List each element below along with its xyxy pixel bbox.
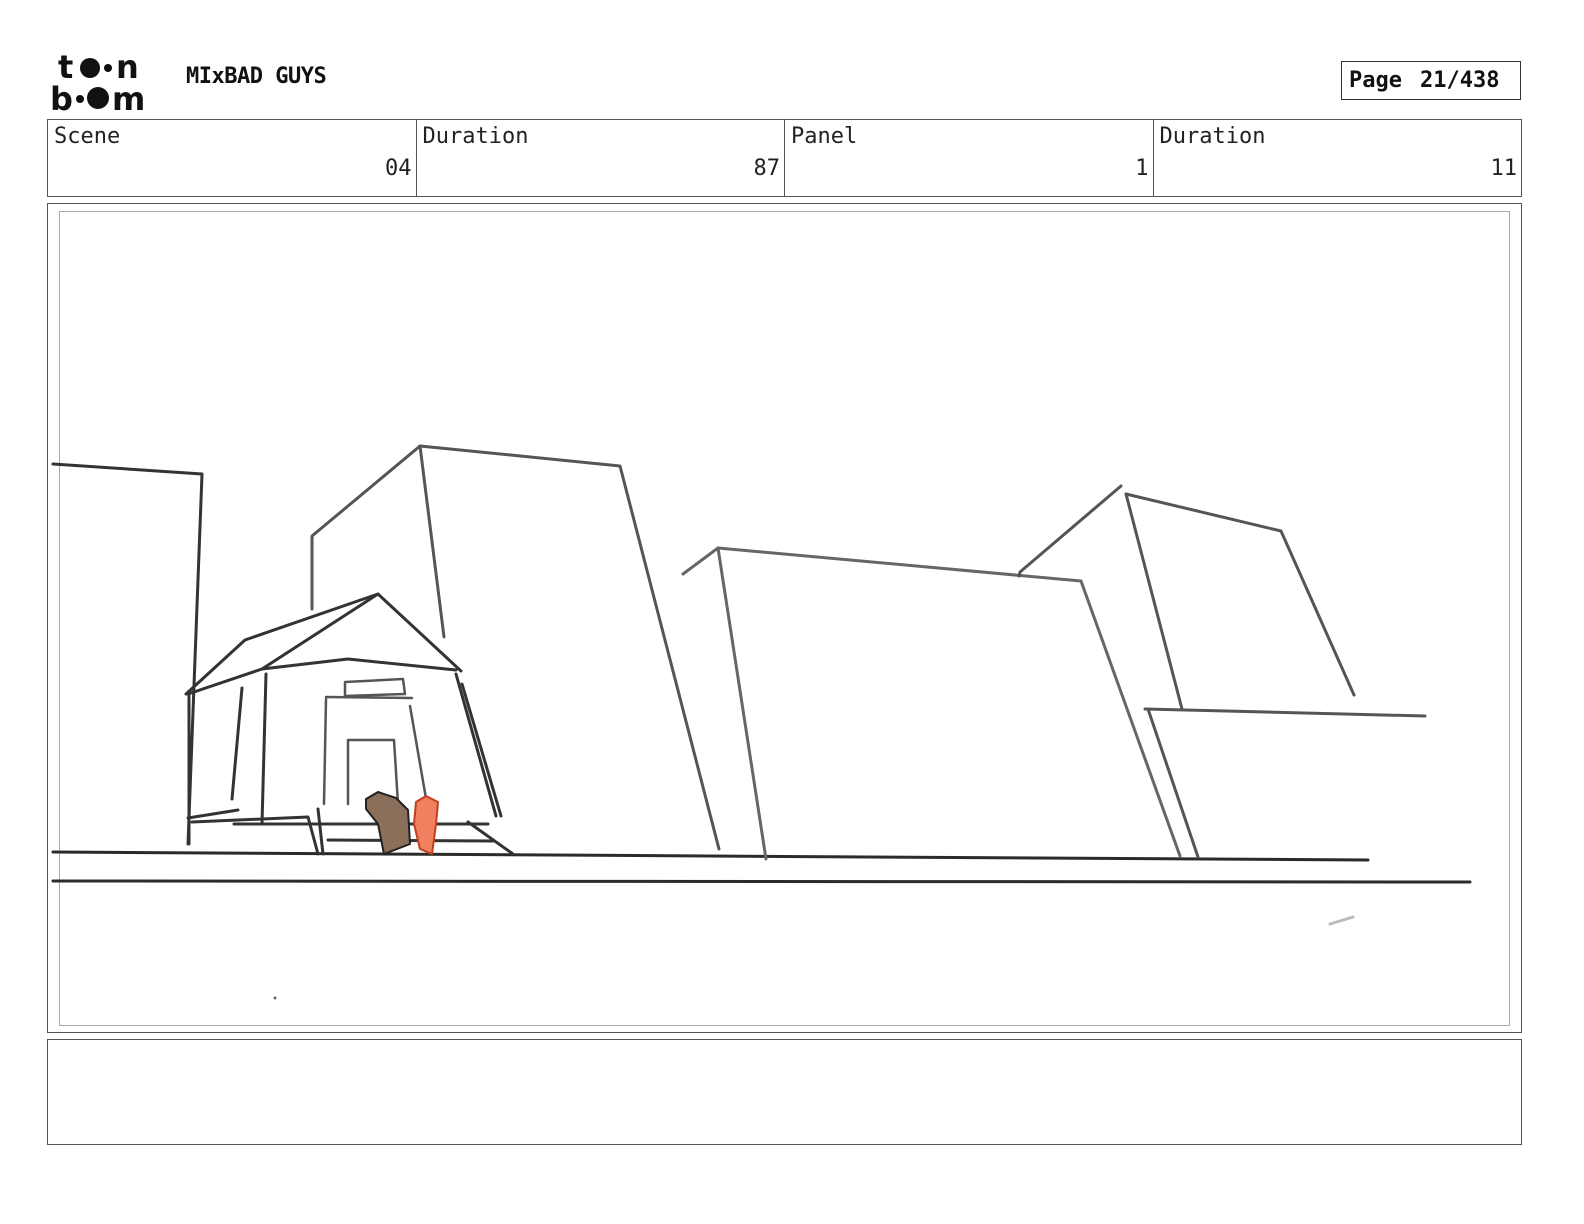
scene-label: Scene [54,124,121,149]
right-buildings [1017,484,1427,859]
svg-text:b: b [50,80,73,112]
svg-text:m: m [112,80,145,112]
center-left-building [310,444,721,851]
panel-duration-label: Duration [1159,124,1266,149]
middle-building [681,546,1182,861]
project-title: MIxBAD GUYS [186,64,327,89]
panel-info-row: Scene 04 Duration 87 Panel 1 Duration 11 [47,119,1522,197]
panel-label: Panel [791,124,858,149]
panel-duration-value: 11 [1490,156,1518,181]
character-orange [413,795,439,855]
stray-marks [1328,915,1355,926]
panel-value: 1 [1135,156,1149,181]
page-indicator: Page 21/438 [1341,61,1521,100]
page-label: Page [1349,68,1402,93]
panel-cell: Panel 1 [785,120,1154,196]
storyboard-sketch [51,444,1472,1000]
panel-duration-cell: Duration 11 [1154,120,1522,196]
temple-door [322,677,430,812]
scene-duration-value: 87 [753,156,781,181]
toon-boom-logo: t n b m [50,50,145,112]
scene-value: 04 [385,156,412,181]
scene-cell: Scene 04 [48,120,417,196]
scene-duration-cell: Duration 87 [417,120,785,196]
panel-notes-area[interactable] [47,1039,1522,1145]
ground-lines [51,850,1472,884]
storyboard-panel-frame [47,203,1522,1033]
page-number: 21/438 [1419,68,1500,93]
temple-building [184,592,515,856]
scene-duration-label: Duration [422,124,529,149]
left-building [51,462,204,846]
